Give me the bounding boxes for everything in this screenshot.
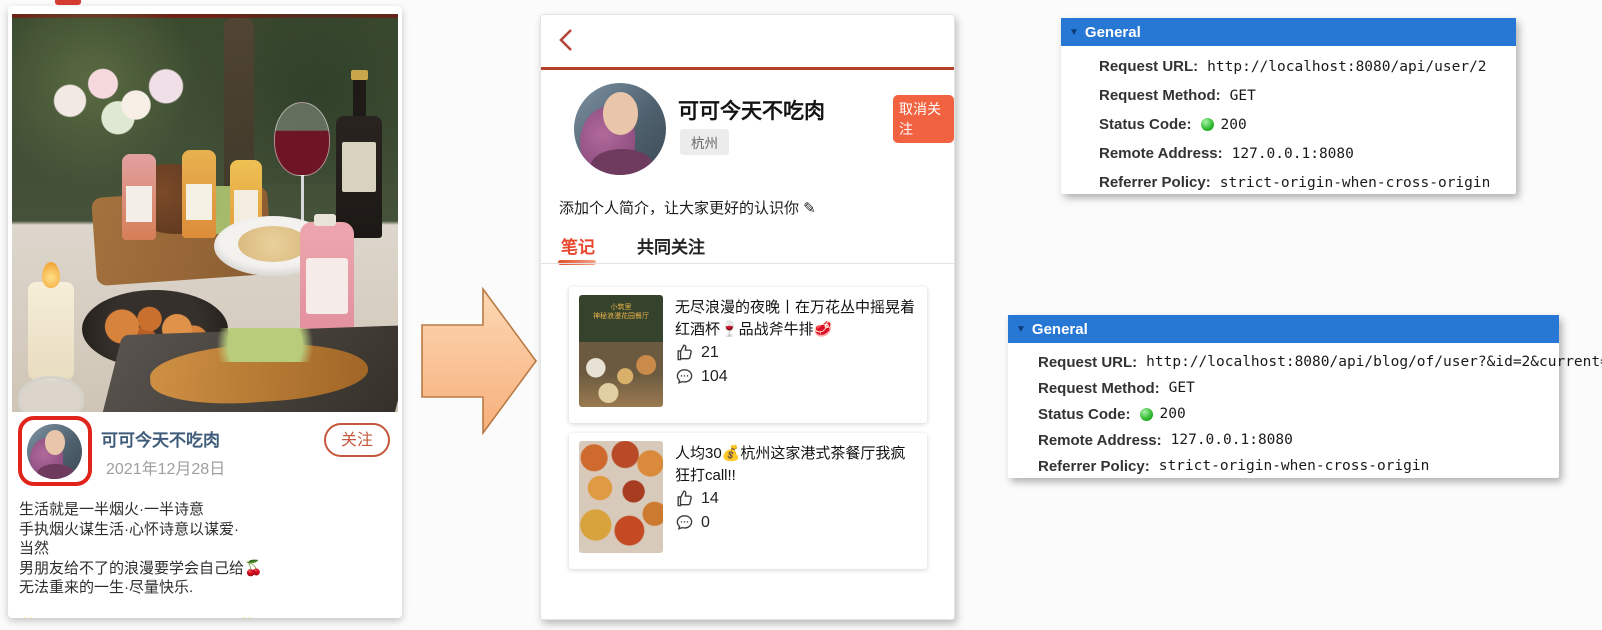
note-thumbnail[interactable]	[579, 441, 663, 553]
request-url-row: Request URL: http://localhost:8080/api/u…	[1061, 52, 1516, 81]
avatar-face	[603, 92, 638, 134]
caption-line: 当然	[19, 539, 391, 559]
profile-card: 可可今天不吃肉 杭州 取消关注 添加个人简介，让大家更好的认识你 ✎ 笔记 共同…	[540, 14, 955, 620]
request-method-row: Request Method: GET	[1008, 375, 1559, 401]
follow-button[interactable]: 关注	[324, 423, 390, 457]
status-ok-dot-icon	[1201, 118, 1214, 131]
collapse-triangle-icon: ▼	[1069, 27, 1079, 38]
avatar-shoulder	[37, 464, 74, 479]
caption-line: 无法重来的一生·尽量快乐.	[19, 578, 391, 598]
candle	[28, 282, 74, 380]
section-title: General	[1085, 24, 1141, 41]
comment-bubble-icon	[675, 513, 694, 532]
comment-count: 104	[701, 368, 728, 386]
remote-address-row: Remote Address: 127.0.0.1:8080	[1061, 139, 1516, 168]
caption-line: 生活就是一半烟火·一半诗意	[19, 500, 391, 520]
drink-bottle-label	[186, 184, 212, 220]
red-annotation-fragment	[55, 0, 81, 5]
note-thumbnail[interactable]: 小筑里 神秘浪漫花园餐厅	[579, 295, 663, 407]
author-avatar[interactable]	[27, 424, 82, 479]
general-section-body: Request URL: http://localhost:8080/api/b…	[1008, 343, 1559, 479]
thumbs-up-icon	[675, 489, 694, 508]
candle-flame	[42, 262, 60, 288]
profile-avatar[interactable]	[574, 83, 666, 175]
comment-count: 0	[701, 514, 710, 532]
request-method-row: Request Method: GET	[1061, 81, 1516, 110]
like-count: 21	[701, 344, 719, 362]
note-title[interactable]: 无尽浪漫的夜晚丨在万花丛中摇晃着红酒杯🍷品战斧牛排🥩	[675, 297, 919, 341]
location-badge: 杭州	[680, 129, 729, 155]
referrer-policy-row: Referrer Policy: strict-origin-when-cros…	[1008, 453, 1559, 479]
thumbnail-watermark: 小筑里 神秘浪漫花园餐厅	[579, 303, 663, 321]
profile-bio[interactable]: 添加个人简介，让大家更好的认识你 ✎	[559, 197, 816, 218]
post-card: 可可今天不吃肉 2021年12月28日 关注 生活就是一半烟火·一半诗意 手执烟…	[8, 6, 402, 618]
wine-bottle-cap	[351, 70, 368, 80]
comment-count-row[interactable]: 0	[675, 513, 710, 532]
post-caption: 生活就是一半烟火·一半诗意 手执烟火谋生活·心怀诗意以谋爱· 当然 男朋友给不了…	[19, 500, 391, 618]
post-date: 2021年12月28日	[106, 455, 225, 479]
comment-count-row[interactable]: 104	[675, 367, 728, 386]
wine-glass	[274, 102, 330, 176]
glass-candle-holder	[18, 376, 84, 412]
thumbnail-dishes	[579, 351, 663, 407]
status-code-row: Status Code: 200	[1061, 110, 1516, 139]
note-card[interactable]: 小筑里 神秘浪漫花园餐厅 无尽浪漫的夜晚丨在万花丛中摇晃着红酒杯🍷品战斧牛排🥩 …	[569, 287, 927, 423]
author-name[interactable]: 可可今天不吃肉	[101, 426, 220, 451]
status-code-row: Status Code: 200	[1008, 401, 1559, 427]
pasta	[238, 226, 308, 262]
comment-bubble-icon	[675, 367, 694, 386]
avatar-face	[45, 430, 66, 455]
unfollow-button[interactable]: 取消关注	[893, 95, 954, 143]
frisee-garnish	[200, 328, 330, 362]
section-title: General	[1032, 321, 1088, 338]
devtools-general-panel: ▼ General Request URL: http://localhost:…	[1008, 315, 1559, 478]
like-count-row[interactable]: 14	[675, 489, 719, 508]
referrer-policy-row: Referrer Policy: strict-origin-when-cros…	[1061, 168, 1516, 197]
general-section-header[interactable]: ▼ General	[1061, 18, 1516, 46]
drink-bottle-label	[126, 186, 152, 222]
right-arrow-shape	[421, 287, 538, 435]
pink-soda-label	[306, 258, 348, 314]
collapse-triangle-icon: ▼	[1016, 324, 1026, 335]
caption-line	[19, 598, 391, 618]
caption-line: 手执烟火谋生活·心怀诗意以谋爱·	[19, 520, 391, 540]
tab-notes[interactable]: 笔记	[561, 233, 595, 258]
dinner-photo	[12, 14, 398, 412]
like-count-row[interactable]: 21	[675, 343, 719, 362]
caption-line: 男朋友给不了的浪漫要学会自己给🍒	[19, 559, 391, 579]
pink-soda-cap	[314, 214, 336, 226]
avatar-shoulder	[591, 149, 654, 175]
flower-bouquet	[40, 54, 190, 139]
tab-divider	[541, 263, 954, 264]
remote-address-row: Remote Address: 127.0.0.1:8080	[1008, 427, 1559, 453]
like-count: 14	[701, 490, 719, 508]
note-card[interactable]: 人均30💰杭州这家港式茶餐厅我疯狂打call!! 14 0	[569, 433, 927, 569]
tab-mutual-follow[interactable]: 共同关注	[637, 233, 705, 258]
general-section-header[interactable]: ▼ General	[1008, 315, 1559, 343]
note-title[interactable]: 人均30💰杭州这家港式茶餐厅我疯狂打call!!	[675, 443, 919, 487]
wine-glass-stem	[301, 174, 304, 226]
status-ok-dot-icon	[1140, 408, 1153, 421]
back-chevron-icon	[557, 27, 575, 53]
screenshot-stage: 可可今天不吃肉 2021年12月28日 关注 生活就是一半烟火·一半诗意 手执烟…	[0, 0, 1602, 630]
request-url-row: Request URL: http://localhost:8080/api/b…	[1008, 349, 1559, 375]
devtools-general-panel: ▼ General Request URL: http://localhost:…	[1061, 18, 1516, 194]
caption-line: 🏯「小筑里·神秘浪漫花园餐厅」🏯	[19, 617, 391, 618]
back-button[interactable]	[557, 27, 581, 55]
general-section-body: Request URL: http://localhost:8080/api/u…	[1061, 46, 1516, 197]
header-divider	[541, 67, 954, 70]
thumbnail-dishes	[579, 441, 663, 553]
thumbs-up-icon	[675, 343, 694, 362]
wine-bottle-label	[342, 142, 376, 192]
wine-bottle-neck	[353, 76, 366, 120]
profile-name: 可可今天不吃肉	[678, 95, 825, 125]
